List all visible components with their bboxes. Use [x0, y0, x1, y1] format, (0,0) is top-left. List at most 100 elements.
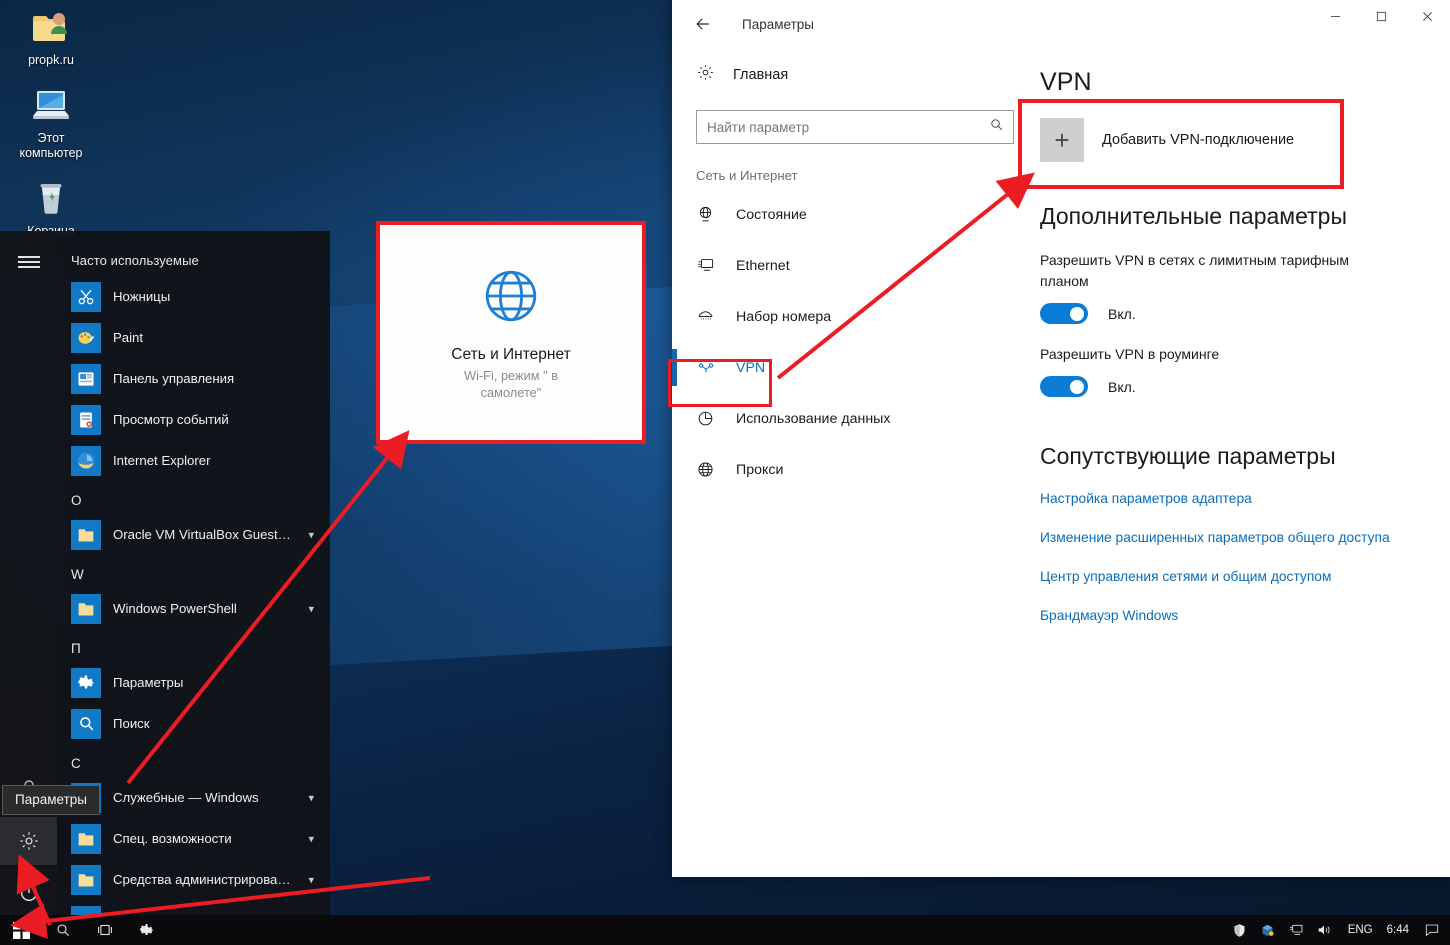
list-item[interactable]: Ножницы	[57, 276, 330, 317]
vpn-icon	[696, 358, 722, 378]
chevron-down-icon[interactable]: ▾	[308, 832, 314, 845]
plus-icon: +	[1040, 118, 1084, 162]
minimize-icon[interactable]	[1312, 0, 1358, 32]
list-item-label: Средства администрировани...	[113, 872, 291, 887]
chevron-down-icon[interactable]: ▾	[308, 602, 314, 615]
list-item-label: Панель управления	[113, 371, 234, 386]
snipping-tool-icon	[71, 282, 101, 312]
toggle-state-label: Вкл.	[1108, 306, 1136, 322]
task-view-icon[interactable]	[84, 915, 126, 945]
settings-window: Параметры	[672, 0, 1450, 877]
toggle-metered[interactable]	[1040, 303, 1088, 324]
sidebar-item-dialup[interactable]: Набор номера	[686, 291, 1032, 342]
sidebar-item-home[interactable]: Главная	[686, 54, 1032, 96]
windows-start-icon[interactable]	[0, 915, 42, 945]
folder-icon	[71, 906, 101, 916]
list-item-label: Ножницы	[113, 289, 170, 304]
related-link-adapter-settings[interactable]: Настройка параметров адаптера	[1040, 489, 1390, 509]
list-item-label: Paint	[113, 330, 143, 345]
desktop-icon-label: propk.ru	[28, 53, 74, 67]
list-item-label: Параметры	[113, 675, 183, 690]
list-item[interactable]: Просмотр событий	[57, 399, 330, 440]
tile-title: Сеть и Интернет	[451, 346, 570, 364]
paint-icon	[71, 323, 101, 353]
list-item[interactable]: Спец. возможности ▾	[57, 818, 330, 859]
close-icon[interactable]	[1404, 0, 1450, 32]
hamburger-icon[interactable]	[0, 238, 57, 286]
list-item-label: Windows PowerShell	[113, 601, 237, 616]
sidebar-item-proxy[interactable]: Прокси	[686, 444, 1032, 495]
network-and-internet-tile[interactable]: Сеть и Интернет Wi-Fi, режим " в самолет…	[376, 221, 646, 444]
add-vpn-connection-button[interactable]: + Добавить VPN-подключение	[1040, 109, 1420, 171]
desktop-icon-propk[interactable]: propk.ru	[8, 4, 94, 68]
desktop: propk.ru Этот компьютер	[0, 0, 1450, 945]
volume-icon[interactable]	[1310, 915, 1338, 945]
app-group-letter: O	[57, 481, 330, 514]
list-item[interactable]: Поиск	[57, 703, 330, 744]
add-vpn-label: Добавить VPN-подключение	[1102, 132, 1294, 148]
option-label-metered: Разрешить VPN в сетях с лимитным тарифны…	[1040, 250, 1392, 292]
gear-icon[interactable]	[0, 817, 57, 865]
sidebar-item-vpn[interactable]: VPN	[686, 342, 1032, 393]
related-link-windows-firewall[interactable]: Брандмауэр Windows	[1040, 606, 1390, 626]
list-item[interactable]: Панель управления	[57, 358, 330, 399]
language-indicator[interactable]: ENG	[1338, 924, 1383, 936]
search-input-wrapper[interactable]	[696, 110, 1014, 144]
related-link-network-sharing-center[interactable]: Центр управления сетями и общим доступом	[1040, 567, 1390, 587]
list-item[interactable]: Стандартные — Windows ▾	[57, 900, 330, 915]
window-titlebar: Параметры	[672, 0, 1450, 48]
list-item[interactable]: Paint	[57, 317, 330, 358]
taskbar-search-icon[interactable]	[42, 915, 84, 945]
folder-user-icon	[8, 4, 94, 50]
toggle-row-metered[interactable]: Вкл.	[1040, 303, 1420, 324]
action-center-icon[interactable]	[1418, 915, 1446, 945]
sidebar-item-label: Главная	[733, 67, 788, 83]
frequent-header: Часто используемые	[57, 251, 330, 276]
status-globe-icon	[696, 205, 722, 224]
toggle-row-roaming[interactable]: Вкл.	[1040, 376, 1420, 397]
settings-sidebar: Главная Сеть и Интернет Состояние	[672, 48, 1032, 877]
globe-icon	[480, 265, 542, 332]
chevron-down-icon[interactable]: ▾	[308, 528, 314, 541]
event-viewer-icon	[71, 405, 101, 435]
folder-icon	[71, 520, 101, 550]
list-item[interactable]: Windows PowerShell ▾	[57, 588, 330, 629]
desktop-icon-recycle-bin[interactable]: Корзина	[8, 175, 94, 239]
ethernet-icon	[696, 256, 722, 275]
list-item[interactable]: Параметры	[57, 662, 330, 703]
maximize-icon[interactable]	[1358, 0, 1404, 32]
search-tile-icon	[71, 709, 101, 739]
defender-shield-icon[interactable]	[1226, 915, 1254, 945]
back-arrow-icon[interactable]	[680, 4, 726, 44]
list-item[interactable]: Oracle VM VirtualBox Guest A... ▾	[57, 514, 330, 555]
chevron-down-icon[interactable]: ▾	[308, 791, 314, 804]
window-caption-buttons	[1312, 0, 1450, 32]
chevron-down-icon[interactable]: ▾	[308, 873, 314, 886]
sidebar-item-data-usage[interactable]: Использование данных	[686, 393, 1032, 444]
list-item-label: Служебные — Windows	[113, 790, 259, 805]
desktop-icon-this-pc[interactable]: Этот компьютер	[8, 82, 94, 161]
app-group-letter: W	[57, 555, 330, 588]
internet-explorer-icon	[71, 446, 101, 476]
search-icon[interactable]	[985, 117, 1013, 137]
list-item-label: Oracle VM VirtualBox Guest A...	[113, 527, 291, 542]
sidebar-item-label: Состояние	[736, 207, 807, 223]
search-input[interactable]	[697, 120, 985, 135]
taskbar-gear-icon[interactable]	[126, 915, 168, 945]
network-icon[interactable]	[1282, 915, 1310, 945]
clock[interactable]: 6:44	[1383, 924, 1418, 936]
desktop-icon-list: propk.ru Этот компьютер	[8, 4, 94, 253]
window-title: Параметры	[742, 17, 814, 32]
power-icon[interactable]	[0, 869, 57, 917]
toggle-roaming[interactable]	[1040, 376, 1088, 397]
this-pc-icon	[8, 82, 94, 128]
sidebar-item-ethernet[interactable]: Ethernet	[686, 240, 1032, 291]
related-link-sharing-options[interactable]: Изменение расширенных параметров общего …	[1040, 528, 1390, 548]
gear-tile-icon	[71, 668, 101, 698]
list-item[interactable]: Средства администрировани... ▾	[57, 859, 330, 900]
virtualbox-icon[interactable]	[1254, 915, 1282, 945]
list-item[interactable]: Internet Explorer	[57, 440, 330, 481]
list-item-label: Поиск	[113, 716, 150, 731]
system-tray: ENG 6:44	[1226, 915, 1450, 945]
sidebar-item-status[interactable]: Состояние	[686, 189, 1032, 240]
